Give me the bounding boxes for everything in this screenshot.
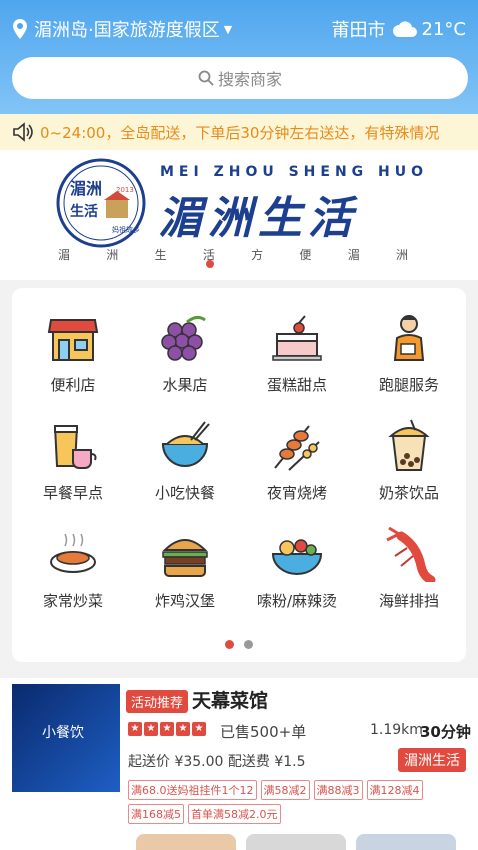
- promo-item: 满68.0送妈祖挂件1个12: [128, 780, 257, 800]
- location-pin-icon: [13, 19, 27, 39]
- category-label: 嗦粉/麻辣烫: [256, 592, 338, 610]
- page-dot[interactable]: [244, 640, 253, 649]
- sold-count: 已售500+单: [220, 723, 307, 741]
- next-item-preview: [246, 834, 346, 850]
- promo-item: 满128减4: [366, 780, 423, 800]
- category-label: 奶茶饮品: [378, 484, 439, 502]
- location-selector[interactable]: 湄洲岛·国家旅游度假区 ▼: [12, 16, 232, 42]
- store-icon: [47, 319, 99, 361]
- star-icon: ★: [144, 722, 158, 736]
- category-breakfast[interactable]: 早餐早点: [18, 418, 128, 518]
- shop-card[interactable]: 小餐饮 活动推荐 天幕菜馆 ★ ★ ★ ★ ★ 已售500+单 1.19km 30分钟 …: [0, 678, 478, 850]
- cloud-icon: [392, 21, 417, 37]
- category-label: 小吃快餐: [154, 484, 215, 502]
- search-placeholder: 搜索商家: [217, 70, 282, 89]
- category-seafood[interactable]: 海鲜排挡: [354, 526, 464, 626]
- star-icon: ★: [176, 722, 190, 736]
- slogan-char: 生: [154, 248, 167, 262]
- promo-item: 满58减2: [260, 780, 310, 800]
- skewer-icon: [274, 425, 320, 471]
- star-icon: ★: [128, 722, 142, 736]
- category-label: 夜宵烧烤: [266, 484, 327, 502]
- category-label: 水果店: [162, 376, 208, 394]
- next-item-preview: [356, 834, 456, 850]
- promo-tag: 活动推荐: [126, 690, 189, 713]
- thumbnail-text: 小餐饮: [42, 725, 84, 741]
- grape-icon: [161, 315, 206, 361]
- lobster-icon: [386, 526, 436, 582]
- slogan-char: 湄: [347, 248, 360, 262]
- breakfast-icon: [53, 425, 97, 469]
- category-bbq[interactable]: 夜宵烧烤: [242, 418, 352, 518]
- brand-english: MEI ZHOU SHENG HUO: [160, 164, 429, 180]
- city-label: 莆田市: [331, 20, 386, 41]
- category-label: 海鲜排挡: [378, 592, 439, 610]
- milk-tea-icon: [388, 419, 430, 471]
- promo-list: 满68.0送妈祖挂件1个12 满58减2 满88减3 满128减4 满168减5…: [128, 780, 448, 824]
- distance: 1.19km: [370, 722, 423, 738]
- noodle-bowl-icon: [161, 421, 210, 467]
- slogan-char: 湄: [58, 248, 71, 262]
- slogan-char: 洲: [106, 248, 119, 262]
- city-weather[interactable]: 莆田市 21°C: [332, 16, 466, 42]
- promo-item: 首单满58减2.0元: [188, 804, 281, 824]
- notice-text: 0~24:00，全岛配送，下单后30分钟左右送达，有特殊情况: [40, 123, 440, 142]
- brand-banner: 湄洲 生活 2013 妈祖故乡 MEI ZHOU SHENG HUO 湄洲生活 …: [0, 150, 478, 280]
- slogan-char: 方: [251, 248, 264, 262]
- delivery-time: 30分钟: [420, 723, 471, 741]
- category-home-cooking[interactable]: 家常炒菜: [18, 526, 128, 626]
- category-burger[interactable]: 炸鸡汉堡: [130, 526, 240, 626]
- promo-item: 满168减5: [128, 804, 184, 824]
- brand-slogan: 湄 洲 生 活 方 便 湄 洲: [58, 246, 408, 263]
- caret-down-icon: ▼: [223, 22, 233, 36]
- location-label: 湄洲岛·国家旅游度假区: [34, 20, 220, 41]
- courier-icon: [393, 315, 425, 361]
- promo-item: 满88减3: [313, 780, 363, 800]
- star-icon: ★: [160, 722, 174, 736]
- area-badge: 湄洲生活: [398, 748, 466, 772]
- category-label: 家常炒菜: [42, 592, 103, 610]
- seal-bottom-text: 生活: [70, 203, 98, 220]
- category-fruit[interactable]: 水果店: [130, 310, 240, 410]
- category-label: 炸鸡汉堡: [154, 592, 215, 610]
- page-dot-active[interactable]: [225, 640, 234, 649]
- search-icon: [198, 70, 214, 86]
- search-bar[interactable]: 搜索商家: [12, 57, 468, 99]
- shop-name: 天幕菜馆: [192, 690, 269, 712]
- home-dish-icon: [50, 533, 96, 573]
- brand-chinese: 湄洲生活: [158, 193, 358, 244]
- seal-top-text: 湄洲: [70, 179, 102, 198]
- category-label: 跑腿服务: [378, 376, 439, 394]
- category-errand[interactable]: 跑腿服务: [354, 310, 464, 410]
- category-snack[interactable]: 小吃快餐: [130, 418, 240, 518]
- seal-caption-text: 妈祖故乡: [112, 225, 140, 234]
- slogan-char: 便: [299, 248, 312, 262]
- category-label: 便利店: [50, 376, 96, 394]
- speaker-icon: [13, 122, 33, 142]
- slogan-char: 洲: [395, 248, 408, 262]
- hotpot-bowl-icon: [271, 539, 323, 575]
- notice-bar[interactable]: 0~24:00，全岛配送，下单后30分钟左右送达，有特殊情况: [0, 114, 478, 150]
- mazu-seal-logo: 湄洲 生活 2013 妈祖故乡: [56, 158, 146, 248]
- shop-thumbnail: 小餐饮: [12, 684, 120, 792]
- burger-icon: [162, 539, 208, 577]
- temperature-label: 21°C: [421, 18, 466, 40]
- star-icon: ★: [192, 722, 206, 736]
- category-label: 早餐早点: [42, 484, 103, 502]
- category-cake[interactable]: 蛋糕甜点: [242, 310, 352, 410]
- rating-stars: ★ ★ ★ ★ ★: [128, 722, 206, 736]
- next-item-preview: [136, 834, 236, 850]
- category-convenience-store[interactable]: 便利店: [18, 310, 128, 410]
- fee-info: 起送价 ¥35.00 配送费 ¥1.5: [128, 754, 306, 770]
- category-label: 蛋糕甜点: [266, 376, 327, 394]
- cake-icon: [272, 315, 322, 361]
- category-noodles-hotpot[interactable]: 嗦粉/麻辣烫: [242, 526, 352, 626]
- category-milk-tea[interactable]: 奶茶饮品: [354, 418, 464, 518]
- category-grid: 便利店 水果店 蛋糕甜点 跑腿服务 早餐早点 小吃快餐 夜宵烧烤 奶茶饮品 家常…: [12, 288, 466, 662]
- top-header: 湄洲岛·国家旅游度假区 ▼ 莆田市 21°C 搜索商家: [0, 0, 478, 114]
- category-page-dots: [225, 640, 253, 649]
- banner-indicator-dot: [206, 260, 214, 268]
